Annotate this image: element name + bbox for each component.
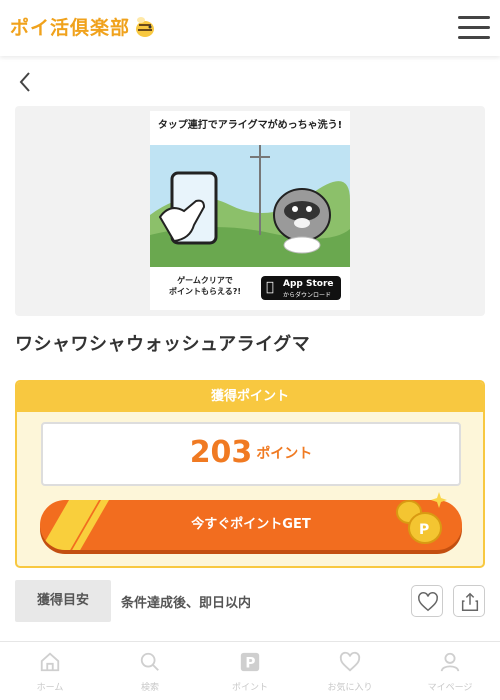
heart-icon: [339, 651, 361, 672]
coins-icon: P: [396, 492, 447, 544]
heart-icon: [418, 592, 438, 612]
hamburger-menu-icon: [458, 16, 490, 19]
offer-title: ワシャワシャウォッシュアライグマ: [15, 334, 311, 355]
menu-button[interactable]: [458, 12, 490, 42]
points-unit: ポイント: [256, 445, 313, 462]
banner-cta-line2: ポイントもらえる?!: [168, 287, 242, 296]
user-icon: [440, 652, 460, 672]
home-icon: [40, 652, 60, 672]
nav-item-search[interactable]: 検索: [100, 642, 200, 700]
banner-cta: ゲームクリアで ポイントもらえる?!: [156, 275, 254, 297]
app-store-badge[interactable]:  App Store からダウンロード: [261, 276, 341, 300]
share-icon: [461, 592, 479, 611]
nav-label-home: ホーム: [36, 683, 64, 693]
nav-item-point[interactable]: P ポイント: [200, 642, 300, 700]
nav-item-favorites[interactable]: お気に入り: [300, 642, 400, 700]
app-header: ポイ活俱楽部: [0, 0, 500, 56]
banner-headline: タップ連打でアライグマがめっちゃ洗う!: [150, 111, 350, 145]
nav-label-mypage: マイページ: [427, 683, 473, 693]
chevron-left-icon: [19, 72, 30, 92]
banner-cta-line1: ゲームクリアで: [177, 276, 233, 285]
favorite-button[interactable]: [411, 585, 443, 617]
back-button[interactable]: [14, 70, 38, 94]
hamburger-menu-icon-mid: [458, 26, 490, 29]
points-panel-label: 獲得ポイント: [17, 382, 483, 412]
app-banner-image[interactable]: タップ連打でアライグマがめっちゃ洗う! ゲームクリアで ポイントもらえる?! : [150, 111, 350, 310]
nav-label-point: ポイント: [231, 683, 268, 693]
points-value: 203: [189, 435, 253, 470]
nav-label-search: 検索: [140, 683, 159, 693]
logo-text: ポイ活俱楽部: [10, 17, 131, 39]
condition-label: 獲得目安: [15, 580, 111, 622]
condition-text: 条件達成後、即日以内: [121, 596, 252, 611]
bee-icon: [136, 16, 155, 37]
raccoon-illustration: [150, 145, 350, 267]
points-panel: 獲得ポイント 203 ポイント 今すぐポイントGET P: [15, 380, 485, 568]
app-store-sub: からダウンロード: [283, 292, 332, 299]
share-button[interactable]: [453, 585, 485, 617]
nav-label-favorites: お気に入り: [327, 683, 373, 693]
bottom-navigation: ホーム 検索 P ポイント お気に入り マイページ: [0, 641, 500, 700]
logo[interactable]: ポイ活俱楽部: [10, 13, 157, 40]
hamburger-menu-icon-bottom: [458, 36, 490, 39]
app-store-name: App Store: [283, 279, 334, 289]
banner-container: タップ連打でアライグマがめっちゃ洗う! ゲームクリアで ポイントもらえる?! : [15, 106, 485, 316]
nav-item-home[interactable]: ホーム: [0, 642, 100, 700]
banner-footer: ゲームクリアで ポイントもらえる?!  App Store からダウンロード: [150, 267, 350, 310]
points-display: 203 ポイント: [41, 422, 461, 486]
nav-item-mypage[interactable]: マイページ: [400, 642, 500, 700]
apple-icon: : [266, 280, 274, 295]
search-icon: [140, 652, 159, 671]
svg-text:P: P: [245, 656, 255, 672]
point-icon: P: [240, 652, 260, 672]
svg-text:P: P: [419, 522, 429, 538]
